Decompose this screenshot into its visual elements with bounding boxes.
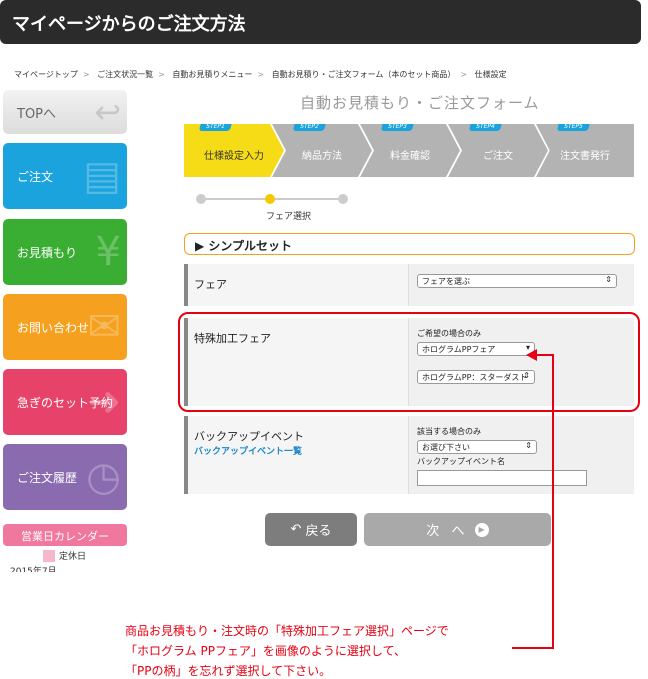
return-arrow-icon: ↩ xyxy=(94,93,121,131)
step-tag: STEP5 xyxy=(556,124,590,131)
select-arrow-icon: ⇕ xyxy=(525,441,532,450)
calendar-heading: 営業日カレンダー xyxy=(3,524,127,546)
breadcrumb-item[interactable]: 自動お見積りメニュー xyxy=(172,70,252,79)
page-header: マイページからのご注文方法 xyxy=(0,0,641,44)
sidebar-item-label: お見積もり xyxy=(17,245,78,260)
row-backup-event: バックアップイベント バックアップイベント一覧 該当する場合のみ お選び下さい … xyxy=(184,416,634,494)
step-tag: STEP3 xyxy=(380,124,414,131)
step-2: STEP2 納品方法 xyxy=(272,124,372,177)
breadcrumb-separator: > xyxy=(158,70,165,79)
backup-event-name-input[interactable] xyxy=(417,470,587,486)
arrow-right-icon: ➜ xyxy=(87,379,121,425)
step-label: 納品方法 xyxy=(302,151,342,162)
breadcrumb-item[interactable]: ご注文状況一覧 xyxy=(97,70,153,79)
next-button[interactable]: 次 へ ▶ xyxy=(364,513,551,546)
sidebar-item-label: お問い合わせ xyxy=(17,320,90,335)
holiday-label: 定休日 xyxy=(59,552,87,562)
breadcrumb-item[interactable]: マイページトップ xyxy=(14,70,78,79)
step-tag: STEP1 xyxy=(198,124,232,131)
step-label: 注文書発行 xyxy=(560,151,610,162)
progress-dot xyxy=(338,194,348,204)
step-1: STEP1 仕様設定入力 xyxy=(184,124,284,177)
breadcrumb-separator: > xyxy=(82,70,90,79)
progress-label: フェア選択 xyxy=(266,212,312,222)
breadcrumb: マイページトップ > ご注文状況一覧 > 自動お見積りメニュー > 自動お見積り・ご注… xyxy=(14,69,511,80)
instruction-note: 商品お見積もり・注文時の「特殊加工フェア選択」ページで 「ホログラム PPフェア… xyxy=(125,621,449,679)
step-indicator: STEP1 仕様設定入力 STEP2 納品方法 STEP3 料金確認 STEP4… xyxy=(184,124,634,177)
backup-event-note: 該当する場合のみ xyxy=(417,427,481,436)
sidebar-item-quote[interactable]: お見積もり ¥ xyxy=(3,219,127,285)
mail-icon: ✉ xyxy=(87,304,121,350)
backup-event-select[interactable]: お選び下さい ⇕ xyxy=(417,440,537,454)
triangle-right-icon: ▶ xyxy=(195,239,205,253)
back-arrow-icon: ↶ xyxy=(290,522,302,537)
backup-event-label: バックアップイベント xyxy=(194,430,304,443)
backup-event-name-label: バックアップイベント名 xyxy=(417,457,505,466)
holiday-legend: 定休日 xyxy=(43,549,86,562)
highlight-box xyxy=(178,312,640,412)
backup-event-input-cell: 該当する場合のみ お選び下さい ⇕ バックアップイベント名 xyxy=(408,416,634,494)
backup-event-select-value: お選び下さい xyxy=(422,443,470,452)
history-clock-icon: ◷ xyxy=(86,454,121,500)
sidebar-item-history[interactable]: ご注文履歴 ◷ xyxy=(3,444,127,510)
fair-select-value: フェアを選ぶ xyxy=(422,277,470,286)
calendar-month: 2015年7月 xyxy=(10,567,57,572)
sidebar-item-label: ご注文履歴 xyxy=(17,470,78,485)
fair-select[interactable]: フェアを選ぶ ⇕ xyxy=(417,274,617,288)
note-line: 「ホログラム PPフェア」を画像のように選択して、 xyxy=(125,644,406,658)
fair-input-cell: フェアを選ぶ ⇕ xyxy=(408,264,634,306)
play-icon: ▶ xyxy=(474,522,489,537)
progress-dot-active xyxy=(265,194,275,204)
breadcrumb-separator: > xyxy=(257,70,265,79)
step-3: STEP3 料金確認 xyxy=(360,124,460,177)
note-line: 「PPの柄」を忘れず選択して下さい。 xyxy=(125,664,332,678)
step-tag: STEP4 xyxy=(468,124,502,131)
progress-dot xyxy=(196,194,206,204)
fair-label: フェア xyxy=(194,278,227,291)
step-5: STEP5 注文書発行 xyxy=(536,124,634,177)
next-button-label: 次 へ xyxy=(426,524,469,539)
breadcrumb-item[interactable]: 自動お見積り・ご注文フォーム（本のセット商品） xyxy=(272,70,456,79)
sidebar-item-rush[interactable]: 急ぎのセット予約 ➜ xyxy=(3,369,127,435)
document-icon: ▤ xyxy=(83,153,121,199)
backup-event-list-link[interactable]: バックアップイベント一覧 xyxy=(194,444,302,457)
breadcrumb-current: 仕様設定 xyxy=(474,70,507,79)
yen-arrow-icon: ¥ xyxy=(95,229,121,275)
note-line: 商品お見積もり・注文時の「特殊加工フェア選択」ページで xyxy=(125,624,449,638)
row-fair: フェア フェアを選ぶ ⇕ xyxy=(184,264,634,306)
sidebar-item-top[interactable]: TOPへ ↩ xyxy=(3,90,127,134)
sidebar-item-label: ご注文 xyxy=(17,169,54,184)
back-button[interactable]: ↶ 戻る xyxy=(265,513,357,546)
step-label: 仕様設定入力 xyxy=(204,151,264,162)
step-tag: STEP2 xyxy=(292,124,326,131)
sidebar-item-inquiry[interactable]: お問い合わせ ✉ xyxy=(3,294,127,360)
page-title: マイページからのご注文方法 xyxy=(12,14,246,35)
step-4: STEP4 ご注文 xyxy=(448,124,548,177)
section-heading: ▶ シンプルセット xyxy=(184,233,635,255)
select-arrow-icon: ⇕ xyxy=(605,275,612,284)
holiday-swatch xyxy=(43,549,55,562)
step-label: 料金確認 xyxy=(390,151,430,162)
section-title: シンプルセット xyxy=(208,239,293,253)
sidebar-item-label: TOPへ xyxy=(17,106,57,122)
sidebar-item-order[interactable]: ご注文 ▤ xyxy=(3,143,127,209)
step-label: ご注文 xyxy=(483,151,513,162)
form-title: 自動お見積もり・ご注文フォーム xyxy=(300,94,540,112)
breadcrumb-separator: > xyxy=(460,70,468,79)
back-button-label: 戻る xyxy=(305,524,332,539)
